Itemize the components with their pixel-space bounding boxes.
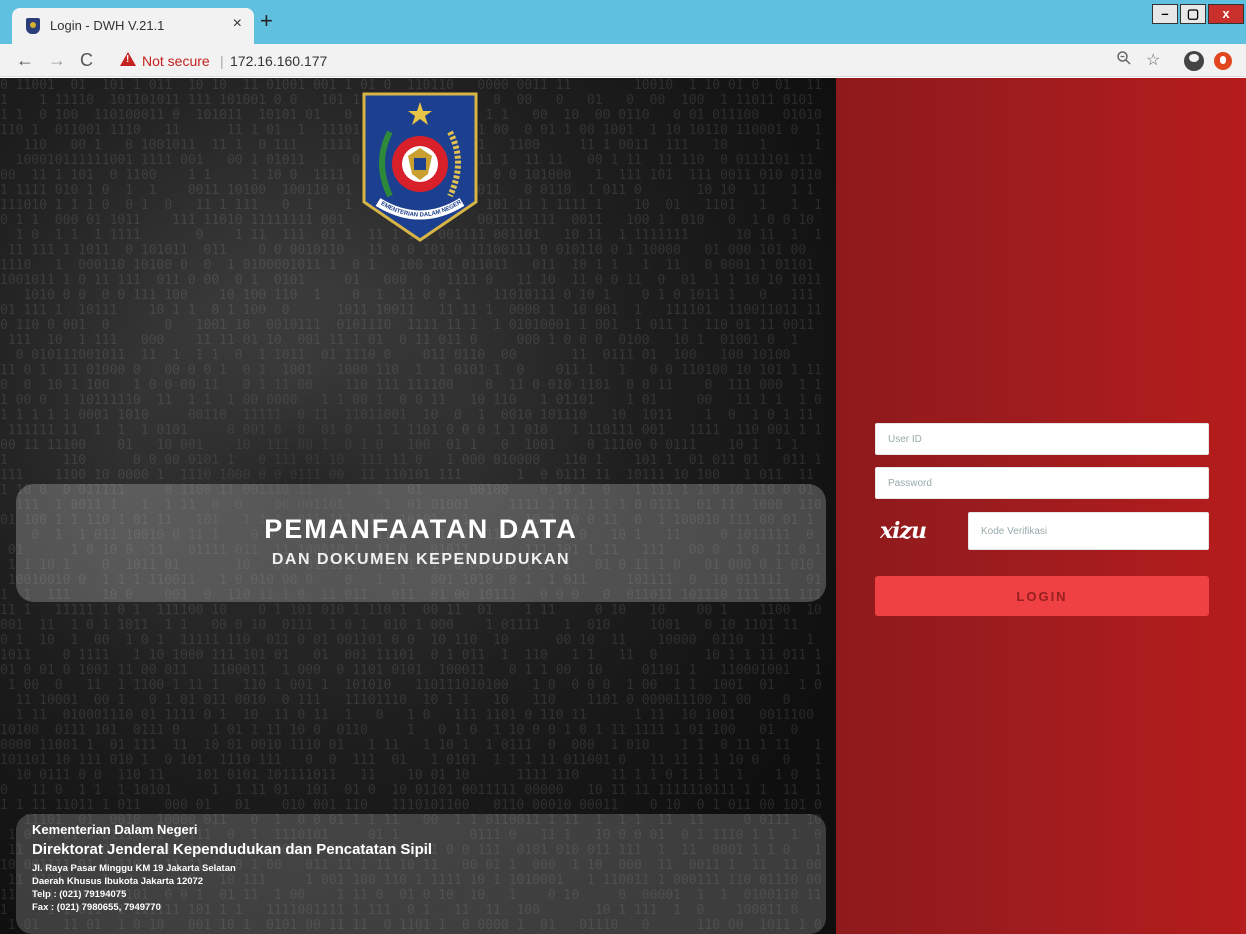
address-line-2: Daerah Khusus Ibukota Jakarta 12072 (32, 876, 204, 887)
tab-title: Login - DWH V.21.1 (50, 18, 165, 33)
minimize-icon: – (1161, 6, 1169, 21)
bookmark-star-icon[interactable]: ☆ (1146, 50, 1160, 70)
fax-number: Fax : (021) 7980655, 7949770 (32, 902, 161, 913)
site-favicon-icon (26, 18, 40, 34)
verification-code-input[interactable] (969, 513, 1208, 549)
login-panel: xizu LOGIN (836, 78, 1246, 934)
address-bar[interactable]: Not secure | 172.16.160.177 (112, 48, 1246, 74)
branding-panel: 0 11001 01 101 1 011 10 10 11 01001 001 … (0, 78, 836, 934)
back-button[interactable]: ← (16, 50, 34, 70)
security-status[interactable]: Not secure (142, 53, 210, 69)
window-maximize-button[interactable]: ▢ (1180, 4, 1206, 24)
directorate-name: Direktorat Jenderal Kependudukan dan Pen… (32, 841, 433, 858)
banner-title: PEMANFAATAN DATA (264, 514, 578, 544)
url-text[interactable]: 172.16.160.177 (230, 53, 327, 69)
userid-field[interactable] (875, 423, 1209, 455)
close-icon: x (1222, 6, 1230, 21)
tab-close-icon[interactable]: × (233, 15, 242, 33)
ministry-info-box: Kementerian Dalam Negeri Direktorat Jend… (16, 814, 826, 934)
password-field[interactable] (875, 467, 1209, 499)
new-tab-button[interactable]: + (260, 10, 273, 32)
browser-titlebar: Login - DWH V.21.1 × + – ▢ x (0, 0, 1246, 44)
browser-toolbar: ← → C Not secure | 172.16.160.177 ☆ (0, 44, 1246, 77)
forward-button[interactable]: → (48, 50, 66, 70)
userid-input[interactable] (876, 424, 1208, 454)
maximize-icon: ▢ (1186, 6, 1200, 21)
phone-number: Telp : (021) 79194075 (32, 889, 127, 900)
browser-tab[interactable]: Login - DWH V.21.1 × (12, 8, 254, 44)
window-close-button[interactable]: x (1208, 4, 1244, 24)
address-separator: | (220, 53, 224, 69)
password-input[interactable] (876, 468, 1208, 498)
verification-code-field[interactable] (968, 512, 1209, 550)
ministry-name: Kementerian Dalam Negeri (32, 822, 198, 837)
account-icon[interactable] (1184, 51, 1204, 71)
address-line-1: Jl. Raya Pasar Minggu KM 19 Jakarta Sela… (32, 863, 236, 874)
banner-subtitle: DAN DOKUMEN KEPENDUDUKAN (271, 551, 571, 568)
captcha-image: xizu (880, 518, 927, 544)
warning-icon (120, 52, 136, 66)
extension-icon[interactable] (1214, 52, 1232, 70)
title-banner: PEMANFAATAN DATA DAN DOKUMEN KEPENDUDUKA… (16, 484, 826, 602)
ministry-emblem-icon: KEMENTERIAN DALAM NEGERI (362, 92, 478, 242)
window-minimize-button[interactable]: – (1152, 4, 1178, 24)
reload-button[interactable]: C (80, 50, 93, 70)
login-button[interactable]: LOGIN (875, 576, 1209, 616)
zoom-icon[interactable] (1116, 50, 1132, 71)
